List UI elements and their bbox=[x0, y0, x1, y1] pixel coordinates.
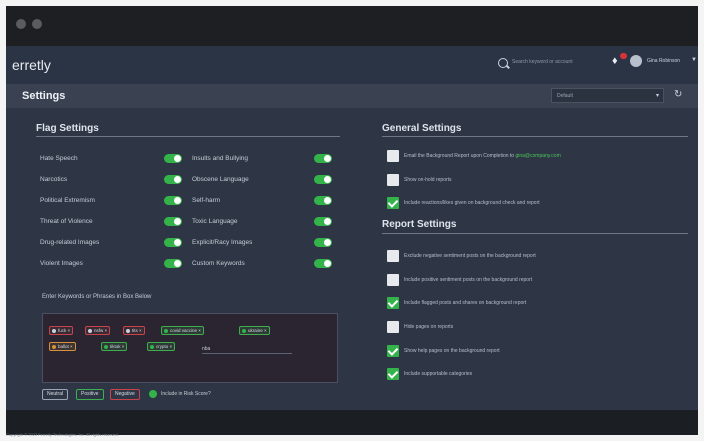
report-option-checkbox[interactable] bbox=[387, 321, 399, 333]
flag-settings-title: Flag Settings bbox=[36, 123, 99, 134]
keyword-chip[interactable]: ukraine × bbox=[239, 326, 270, 335]
report-option-checkbox[interactable] bbox=[387, 274, 399, 286]
report-option-checkbox[interactable] bbox=[387, 250, 399, 262]
flag-toggle[interactable] bbox=[164, 154, 182, 163]
divider bbox=[36, 136, 340, 137]
flag-toggle[interactable] bbox=[314, 259, 332, 268]
flag-label: Narcotics bbox=[40, 176, 68, 183]
search-input[interactable] bbox=[512, 55, 594, 69]
window-chrome bbox=[6, 6, 698, 46]
flag-label: Self-harm bbox=[192, 197, 221, 204]
page-title: Settings bbox=[22, 90, 66, 102]
flag-toggle[interactable] bbox=[314, 175, 332, 184]
report-option-label: Include flagged posts and shares on back… bbox=[404, 300, 527, 306]
general-option-label: Email the Background Report upon Complet… bbox=[404, 153, 561, 159]
include-risk-label: Include in Risk Score? bbox=[161, 391, 211, 397]
include-risk-radio[interactable] bbox=[149, 390, 157, 398]
window-minimize-dot[interactable] bbox=[32, 19, 42, 29]
general-option-label: Show on-hold reports bbox=[404, 177, 452, 183]
page-header: Settings Default ▾ ↻ bbox=[6, 84, 698, 108]
flag-toggle[interactable] bbox=[164, 196, 182, 205]
general-option-checkbox[interactable] bbox=[387, 150, 399, 162]
email-link[interactable]: gina@company.com bbox=[515, 153, 560, 159]
report-option-label: Include supportable categories bbox=[404, 371, 473, 377]
flag-label: Insults and Bullying bbox=[192, 155, 249, 162]
keywords-label: Enter Keywords or Phrases in Box Below bbox=[42, 294, 152, 300]
report-option-label: Hide pages on reports bbox=[404, 324, 454, 330]
general-option-checkbox[interactable] bbox=[387, 174, 399, 186]
report-option-checkbox[interactable] bbox=[387, 345, 399, 357]
flag-label: Obscene Language bbox=[192, 176, 249, 183]
flag-toggle[interactable] bbox=[164, 259, 182, 268]
general-option-label: Include reactions/likes given on backgro… bbox=[404, 200, 540, 206]
legend-positive[interactable]: Positive bbox=[76, 389, 104, 400]
flag-label: Toxic Language bbox=[192, 218, 238, 225]
copyright-text: Copyright © 2023 Ferretly Technologies, … bbox=[6, 432, 119, 437]
report-settings-title: Report Settings bbox=[382, 219, 457, 230]
report-option-checkbox[interactable] bbox=[387, 297, 399, 309]
brand-logo[interactable]: erretly bbox=[12, 57, 51, 73]
flag-label: Explicit/Racy Images bbox=[192, 239, 253, 246]
flag-toggle[interactable] bbox=[164, 238, 182, 247]
general-option-checkbox[interactable] bbox=[387, 197, 399, 209]
keyword-chip[interactable]: tits × bbox=[123, 326, 145, 335]
keyword-chip[interactable]: fuck × bbox=[49, 326, 74, 335]
report-option-checkbox[interactable] bbox=[387, 368, 399, 380]
flag-toggle[interactable] bbox=[314, 217, 332, 226]
flag-toggle[interactable] bbox=[314, 238, 332, 247]
app-window: erretly ♦ Gina Robinson ▼ Settings Defau… bbox=[6, 6, 698, 435]
report-option-label: Exclude negative sentiment posts on the … bbox=[404, 253, 536, 259]
keywords-box[interactable]: fuck × nsfw × tits × covid vaccine × ukr… bbox=[42, 313, 338, 383]
flag-label: Violent Images bbox=[40, 260, 83, 267]
divider bbox=[382, 136, 688, 137]
flag-label: Hate Speech bbox=[40, 155, 78, 162]
keyword-chip[interactable]: nsfw × bbox=[85, 326, 111, 335]
select-value: Default bbox=[557, 93, 573, 99]
keyword-chip[interactable]: tiktok × bbox=[101, 342, 128, 351]
keyword-chip[interactable]: ballot × bbox=[49, 342, 76, 351]
refresh-icon[interactable]: ↻ bbox=[674, 89, 682, 100]
flag-toggle[interactable] bbox=[314, 196, 332, 205]
window-close-dot[interactable] bbox=[16, 19, 26, 29]
divider bbox=[382, 233, 688, 234]
avatar[interactable] bbox=[630, 55, 642, 67]
search-icon[interactable] bbox=[498, 58, 508, 68]
keyword-chip[interactable]: covid vaccine × bbox=[161, 326, 204, 335]
flag-toggle[interactable] bbox=[164, 175, 182, 184]
profile-select[interactable]: Default ▾ bbox=[551, 88, 664, 103]
chevron-down-icon: ▾ bbox=[655, 93, 659, 99]
flag-toggle[interactable] bbox=[164, 217, 182, 226]
report-option-label: Show help pages on the background report bbox=[404, 348, 500, 354]
keyword-entry-input[interactable] bbox=[202, 345, 292, 354]
flag-label: Political Extremism bbox=[40, 197, 95, 204]
flag-label: Custom Keywords bbox=[192, 260, 245, 267]
chevron-down-icon[interactable]: ▼ bbox=[691, 57, 697, 63]
flag-toggle[interactable] bbox=[314, 154, 332, 163]
flag-label: Drug-related Images bbox=[40, 239, 100, 246]
legend-neutral[interactable]: Neutral bbox=[42, 389, 69, 400]
keyword-chip[interactable]: crypto × bbox=[147, 342, 176, 351]
top-navbar: erretly ♦ Gina Robinson ▼ bbox=[6, 46, 698, 84]
flag-label: Threat of Violence bbox=[40, 218, 93, 225]
general-settings-title: General Settings bbox=[382, 123, 462, 134]
legend-negative[interactable]: Negative bbox=[110, 389, 140, 400]
notification-badge bbox=[620, 53, 627, 59]
user-name[interactable]: Gina Robinson bbox=[647, 58, 680, 64]
report-option-label: Include positive sentiment posts on the … bbox=[404, 277, 533, 283]
